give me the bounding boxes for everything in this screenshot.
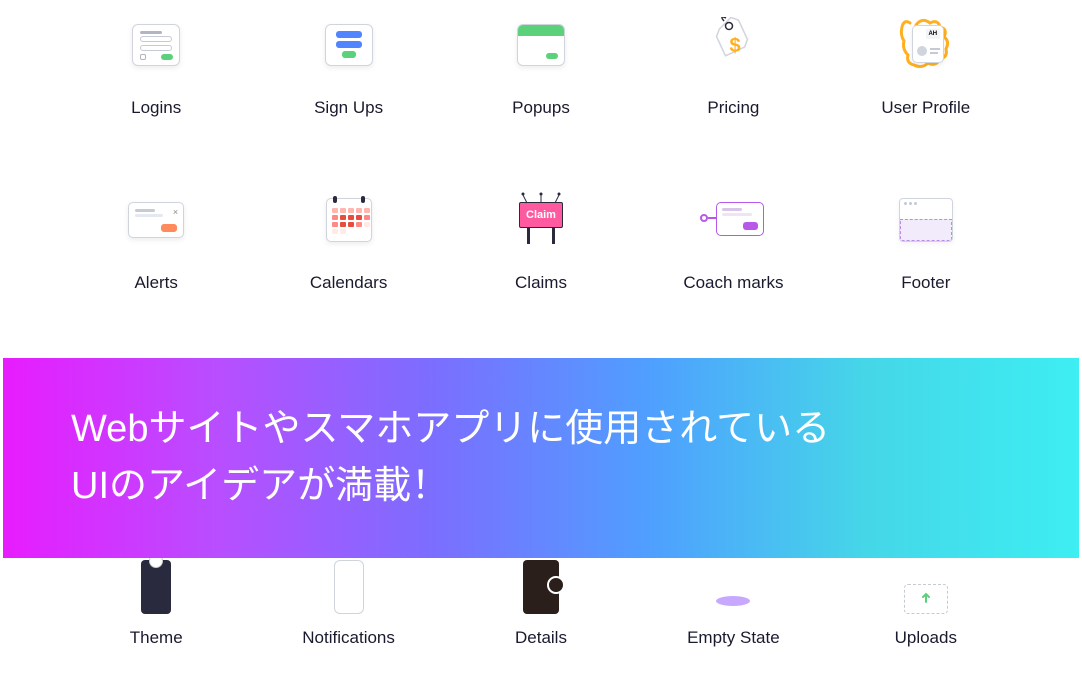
user-profile-icon: AH [891, 10, 961, 80]
category-label: Sign Ups [314, 98, 383, 118]
category-pricing[interactable]: $ Pricing [637, 10, 829, 140]
category-alerts[interactable]: × Alerts [60, 185, 252, 315]
category-label: Footer [901, 273, 950, 293]
calendars-icon [314, 185, 384, 255]
category-calendars[interactable]: Calendars [252, 185, 444, 315]
category-label: Theme [60, 628, 252, 648]
category-label: Calendars [310, 273, 388, 293]
category-label: User Profile [881, 98, 970, 118]
banner-line-2: UIのアイデアが満載！ [71, 458, 1079, 515]
category-label: Uploads [830, 628, 1022, 648]
alerts-icon: × [121, 185, 191, 255]
category-label: Alerts [134, 273, 177, 293]
category-label: Coach marks [683, 273, 783, 293]
svg-text:$: $ [730, 35, 741, 57]
promo-banner: Webサイトやスマホアプリに使用されている UIのアイデアが満載！ [3, 358, 1079, 558]
category-label: Logins [131, 98, 181, 118]
pricing-icon: $ [698, 10, 768, 80]
category-logins[interactable]: Logins [60, 10, 252, 140]
coach-marks-icon [698, 185, 768, 255]
category-label: Popups [512, 98, 570, 118]
footer-icon [891, 185, 961, 255]
category-label: Notifications [252, 628, 444, 648]
category-label: Claims [515, 273, 567, 293]
banner-line-1: Webサイトやスマホアプリに使用されている [71, 401, 1079, 458]
claims-icon: Claim [506, 185, 576, 255]
category-claims[interactable]: Claim Claims [445, 185, 637, 315]
category-label: Pricing [707, 98, 759, 118]
popups-icon [506, 10, 576, 80]
sign-ups-icon [314, 10, 384, 80]
category-label: Details [445, 628, 637, 648]
category-label: Empty State [637, 628, 829, 648]
category-coach-marks[interactable]: Coach marks [637, 185, 829, 315]
category-popups[interactable]: Popups [445, 10, 637, 140]
category-footer[interactable]: Footer [830, 185, 1022, 315]
logins-icon [121, 10, 191, 80]
category-sign-ups[interactable]: Sign Ups [252, 10, 444, 140]
category-user-profile[interactable]: AH User Profile [830, 10, 1022, 140]
